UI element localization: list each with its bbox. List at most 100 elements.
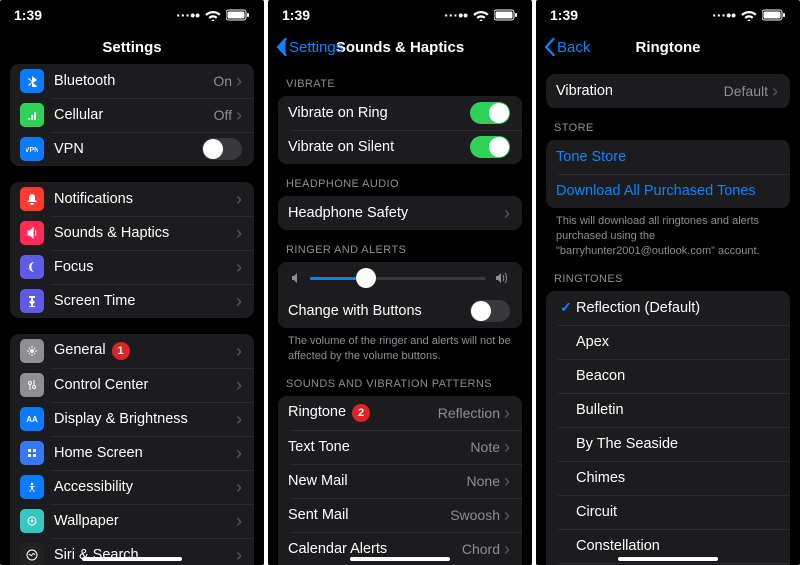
sound-row-text-tone[interactable]: Text ToneNote› [278,430,522,464]
chevron-right-icon: › [236,258,242,276]
slider-thumb[interactable] [356,268,376,288]
row-label: Accessibility [54,479,236,495]
row-label: Notifications [54,191,236,207]
row-label: General1 [54,342,236,360]
chevron-right-icon: › [236,106,242,124]
home-indicator[interactable] [82,557,182,561]
settings-content[interactable]: BluetoothOn›CellularOff› VPN VPN Notificat… [0,64,264,565]
row-label: VPN [54,141,202,157]
ringtone-option[interactable]: By The Seaside [546,427,790,461]
speaker-high-icon [494,272,510,284]
status-indicators: ···•• [176,7,250,23]
sounds-content[interactable]: VIBRATE Vibrate on RingVibrate on Silent… [268,64,532,565]
settings-row-notifications[interactable]: Notifications› [10,182,254,216]
toggle-switch[interactable] [470,136,510,158]
control-icon [20,373,44,397]
row-label: Wallpaper [54,513,236,529]
settings-row-display-brightness[interactable]: AADisplay & Brightness› [10,402,254,436]
slider-track[interactable] [310,277,486,280]
row-label: Tone Store [556,149,778,165]
chevron-right-icon: › [236,190,242,208]
ringtone-content[interactable]: Vibration Default › STORE Tone StoreDown… [536,64,800,565]
gear-icon [20,339,44,363]
section-header-ringtones: RINGTONES [546,259,790,291]
status-indicators: ···•• [444,7,518,23]
toggle-switch[interactable] [202,138,242,160]
ringtone-option[interactable]: Beacon [546,359,790,393]
row-value: Reflection [438,405,500,421]
toggle-switch[interactable] [470,300,510,322]
row-label: Beacon [576,368,778,384]
settings-row-sounds-haptics[interactable]: Sounds & Haptics› [10,216,254,250]
ringtone-option[interactable]: Chimes [546,461,790,495]
ringtone-option[interactable]: Apex [546,325,790,359]
wifi-icon [205,9,221,21]
sound-row-ringtone[interactable]: Ringtone2Reflection› [278,396,522,430]
chevron-right-icon: › [504,506,510,524]
chevron-right-icon: › [504,438,510,456]
ringtone-option[interactable]: ✓Reflection (Default) [546,291,790,325]
home-indicator[interactable] [618,557,718,561]
section-footer: The volume of the ringer and alerts will… [278,328,522,364]
access-icon [20,475,44,499]
store-row[interactable]: Tone Store [546,140,790,174]
row-label: Constellation [576,538,778,554]
row-label: Home Screen [54,445,236,461]
status-time: 1:39 [14,7,42,23]
svg-text:AA: AA [26,415,38,424]
chevron-right-icon: › [236,478,242,496]
row-label: Cellular [54,107,214,123]
status-bar: 1:39 ···•• [0,0,264,30]
chevron-right-icon: › [772,82,778,100]
settings-row-focus[interactable]: Focus› [10,250,254,284]
row-label: Bluetooth [54,73,213,89]
settings-row-cellular[interactable]: CellularOff› [10,98,254,132]
settings-row-home-screen[interactable]: Home Screen› [10,436,254,470]
navbar: Back Ringtone [536,30,800,64]
ringtone-option[interactable]: Circuit [546,495,790,529]
status-bar: 1:39 ···•• [536,0,800,30]
row-label: Control Center [54,377,236,393]
vpn-icon: VPN [20,137,44,161]
sound-row-sent-mail[interactable]: Sent MailSwoosh› [278,498,522,532]
home-indicator[interactable] [350,557,450,561]
chevron-right-icon: › [236,224,242,242]
row-value: Swoosh [450,507,500,523]
settings-row-screen-time[interactable]: Screen Time› [10,284,254,318]
bell-icon [20,187,44,211]
settings-row-accessibility[interactable]: Accessibility› [10,470,254,504]
settings-row-control-center[interactable]: Control Center› [10,368,254,402]
chevron-left-icon [276,38,287,56]
chevron-right-icon: › [236,292,242,310]
row-label: Headphone Safety [288,205,504,221]
row-label: Text Tone [288,439,470,455]
row-label: New Mail [288,473,467,489]
settings-row-bluetooth[interactable]: BluetoothOn› [10,64,254,98]
svg-text:VPN: VPN [26,147,38,154]
vibrate-row[interactable]: Vibrate on Ring [278,96,522,130]
back-button[interactable]: Back [544,38,590,56]
row-label: Apex [576,334,778,350]
toggle-switch[interactable] [470,102,510,124]
row-label: Circuit [576,504,778,520]
settings-row-general[interactable]: General1› [10,334,254,368]
headphone-safety-row[interactable]: Headphone Safety › [278,196,522,230]
row-label: Calendar Alerts [288,541,462,557]
vibrate-row[interactable]: Vibrate on Silent [278,130,522,164]
chevron-right-icon: › [236,72,242,90]
chevron-right-icon: › [504,404,510,422]
back-label: Back [557,39,590,56]
ringtone-option[interactable]: Bulletin [546,393,790,427]
change-with-buttons-row[interactable]: Change with Buttons [278,294,522,328]
ringer-volume-slider[interactable] [278,262,522,294]
vibration-row[interactable]: Vibration Default › [546,74,790,108]
navbar: Settings [0,30,264,64]
store-row[interactable]: Download All Purchased Tones [546,174,790,208]
row-value: Default [724,83,768,99]
status-bar: 1:39 ···•• [268,0,532,30]
settings-row-wallpaper[interactable]: Wallpaper› [10,504,254,538]
sound-row-new-mail[interactable]: New MailNone› [278,464,522,498]
settings-row-vpn[interactable]: VPN VPN [10,132,254,166]
back-button[interactable]: Settings [276,38,343,56]
row-label: By The Seaside [576,436,778,452]
